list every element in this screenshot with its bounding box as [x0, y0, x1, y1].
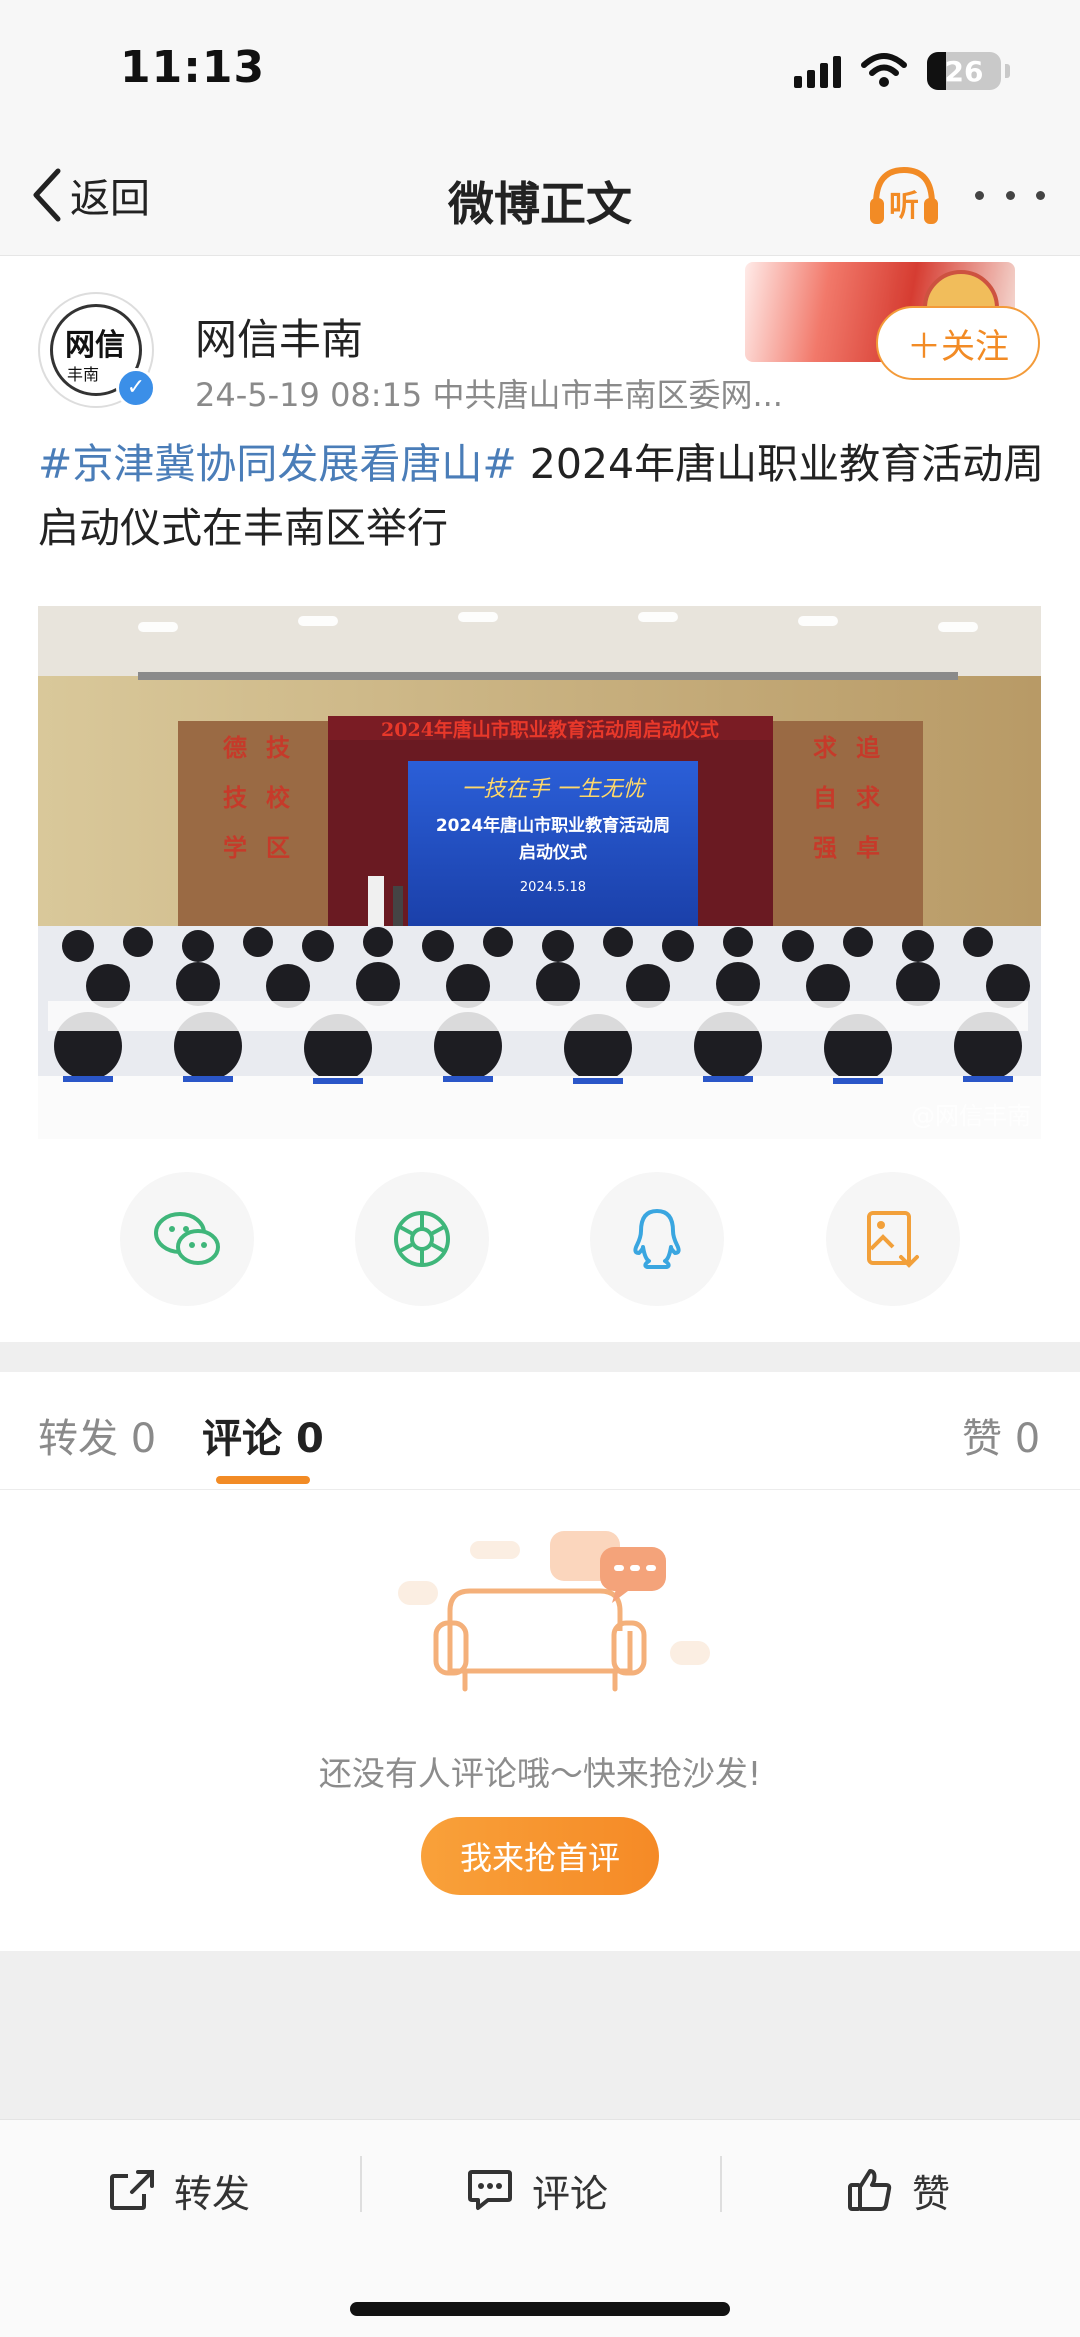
listen-button[interactable]: 听	[866, 162, 942, 232]
tab-comment-count: 0	[295, 1416, 324, 1462]
first-comment-button[interactable]: 我来抢首评	[421, 1817, 659, 1895]
svg-text:技: 技	[223, 784, 248, 812]
repost-button[interactable]: 转发	[108, 2160, 250, 2220]
share-moments-button[interactable]	[355, 1172, 489, 1306]
svg-text:自: 自	[813, 784, 837, 812]
like-label: 赞	[912, 2171, 951, 2216]
screen-title: 2024年唐山市职业教育活动周	[436, 815, 670, 836]
comment-label: 评论	[532, 2171, 609, 2216]
tab-like[interactable]: 赞 0	[962, 1406, 1040, 1464]
post-photo: 德技 技校 学区 求追 自求 强卓 2024年唐山市职业教育活动周启动仪式 一技…	[38, 606, 1041, 1139]
comment-button[interactable]: 评论	[466, 2160, 608, 2220]
wechat-icon	[154, 1212, 220, 1265]
post-text: #京津冀协同发展看唐山# 2024年唐山职业教育活动周启动仪式在丰南区举行	[38, 432, 1048, 560]
status-bar: 11:13 26	[0, 0, 1080, 140]
svg-text:卓: 卓	[856, 834, 880, 862]
verified-badge-icon: ✓	[116, 368, 156, 408]
post-image[interactable]: 德技 技校 学区 求追 自求 强卓 2024年唐山市职业教育活动周启动仪式 一技…	[38, 606, 1041, 1139]
svg-text:求: 求	[856, 784, 880, 812]
qq-icon	[633, 1209, 681, 1269]
home-indicator[interactable]	[350, 2302, 730, 2316]
save-image-button[interactable]	[826, 1172, 960, 1306]
follow-button[interactable]: ＋关注	[876, 306, 1040, 380]
battery-icon: 26	[927, 52, 1001, 90]
svg-text:校: 校	[266, 784, 291, 812]
svg-text:追: 追	[856, 734, 881, 762]
like-button[interactable]: 赞	[846, 2160, 950, 2220]
tab-repost-label: 转发	[38, 1416, 118, 1462]
share-row	[0, 1172, 1080, 1312]
more-dot	[1005, 190, 1015, 200]
signal-icon	[794, 54, 841, 88]
chevron-left-icon	[33, 168, 61, 222]
avatar-logo-subtext: 丰南	[67, 365, 100, 384]
wifi-icon	[861, 53, 907, 87]
action-divider	[720, 2156, 722, 2212]
sofa-illustration-icon	[398, 1531, 710, 1692]
author-name[interactable]: 网信丰南	[195, 306, 363, 367]
hashtag-link[interactable]: #京津冀协同发展看唐山#	[38, 440, 517, 488]
post-meta: 24-5-19 08:15 中共唐山市丰南区委网...	[195, 376, 783, 414]
avatar-logo-text: 网信	[65, 328, 125, 363]
active-tab-indicator	[216, 1476, 310, 1484]
empty-comments-message: 还没有人评论哦～快来抢沙发!	[318, 1754, 762, 1793]
tab-repost[interactable]: 转发 0	[38, 1406, 156, 1464]
back-label: 返回	[70, 176, 150, 222]
bottom-action-bar: 转发 评论 赞	[0, 2119, 1080, 2337]
svg-text:德: 德	[223, 734, 247, 762]
tab-like-count: 0	[1014, 1416, 1041, 1462]
moments-icon	[394, 1211, 450, 1267]
comment-icon	[468, 2170, 512, 2210]
tab-comment-label: 评论	[202, 1416, 282, 1462]
svg-text:求: 求	[813, 734, 837, 762]
battery-level: 26	[944, 55, 984, 88]
headphones-icon: 听	[870, 166, 938, 224]
image-watermark: @网信丰南	[911, 1102, 1031, 1130]
nav-bar: 返回 微博正文 听	[0, 140, 1080, 256]
comment-tabs: 转发 0 评论 0 赞 0	[0, 1372, 1080, 1490]
svg-text:技: 技	[266, 734, 291, 762]
listen-label: 听	[889, 189, 919, 224]
section-divider	[0, 1342, 1080, 1372]
save-image-icon	[867, 1211, 919, 1268]
share-wechat-button[interactable]	[120, 1172, 254, 1306]
tab-comment[interactable]: 评论 0	[202, 1406, 324, 1464]
more-dot	[1036, 190, 1045, 200]
repost-icon	[110, 2170, 154, 2210]
screen-subtitle: 启动仪式	[519, 842, 587, 863]
empty-comments: 还没有人评论哦～快来抢沙发! 我来抢首评	[0, 1491, 1080, 1951]
avatar[interactable]: 网信 丰南 ✓	[38, 292, 156, 408]
tab-like-label: 赞	[962, 1416, 1002, 1462]
share-qq-button[interactable]	[590, 1172, 724, 1306]
status-time: 11:13	[120, 42, 266, 93]
svg-text:强: 强	[813, 834, 837, 862]
screen-date: 2024.5.18	[520, 880, 586, 895]
action-divider	[360, 2156, 362, 2212]
battery-cap	[1005, 64, 1010, 78]
repost-label: 转发	[174, 2171, 251, 2216]
thumbs-up-icon	[848, 2169, 892, 2211]
screen-slogan: 一技在手 一生无忧	[462, 777, 648, 802]
post-header: 网信 丰南 ✓ 网信丰南 24-5-19 08:15 中共唐山市丰南区委网...…	[0, 256, 1080, 416]
bottom-spacer	[0, 1951, 1080, 2119]
status-icons: 26	[794, 52, 1010, 90]
more-dot	[975, 190, 984, 200]
banner-text: 2024年唐山市职业教育活动周启动仪式	[381, 718, 719, 741]
tab-repost-count: 0	[130, 1416, 157, 1462]
back-button[interactable]: 返回	[30, 160, 150, 230]
svg-text:区: 区	[266, 834, 290, 862]
more-button[interactable]	[975, 180, 1045, 210]
svg-text:学: 学	[223, 834, 247, 862]
